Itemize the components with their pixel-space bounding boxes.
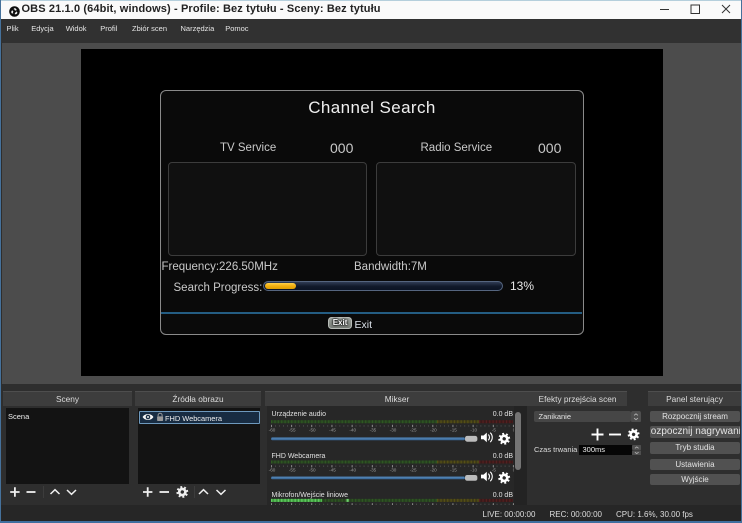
svg-text:-35: -35: [370, 468, 377, 473]
svg-text:-30: -30: [390, 428, 397, 433]
svg-text:-35: -35: [370, 428, 377, 433]
svg-text:-5: -5: [492, 428, 497, 433]
svg-text:-60: -60: [269, 428, 276, 433]
svg-text:Mikrofon/Wejście liniowe: Mikrofon/Wejście liniowe: [272, 492, 349, 499]
svg-text:-40: -40: [349, 468, 356, 473]
svg-text:0.0 dB: 0.0 dB: [493, 411, 514, 418]
svg-text:-45: -45: [329, 428, 336, 433]
svg-text:-45: -45: [329, 468, 336, 473]
svg-text:-15: -15: [450, 428, 457, 433]
svg-text:-10: -10: [470, 428, 477, 433]
svg-text:-10: -10: [470, 468, 477, 473]
svg-text:FHD Webcamera: FHD Webcamera: [272, 453, 326, 460]
svg-text:-55: -55: [289, 468, 296, 473]
svg-text:-55: -55: [289, 428, 296, 433]
svg-text:0.0 dB: 0.0 dB: [493, 453, 514, 460]
svg-text:-50: -50: [309, 428, 316, 433]
svg-text:-50: -50: [309, 468, 316, 473]
svg-text:0.0 dB: 0.0 dB: [493, 492, 514, 499]
svg-text:-30: -30: [390, 468, 397, 473]
svg-text:-25: -25: [410, 428, 417, 433]
svg-text:Urządzenie audio: Urządzenie audio: [272, 411, 327, 418]
svg-text:-40: -40: [349, 428, 356, 433]
svg-text:-20: -20: [430, 428, 437, 433]
svg-text:-20: -20: [430, 468, 437, 473]
svg-text:-60: -60: [269, 468, 276, 473]
svg-text:-25: -25: [410, 468, 417, 473]
svg-text:-15: -15: [450, 468, 457, 473]
svg-text:-5: -5: [492, 468, 497, 473]
